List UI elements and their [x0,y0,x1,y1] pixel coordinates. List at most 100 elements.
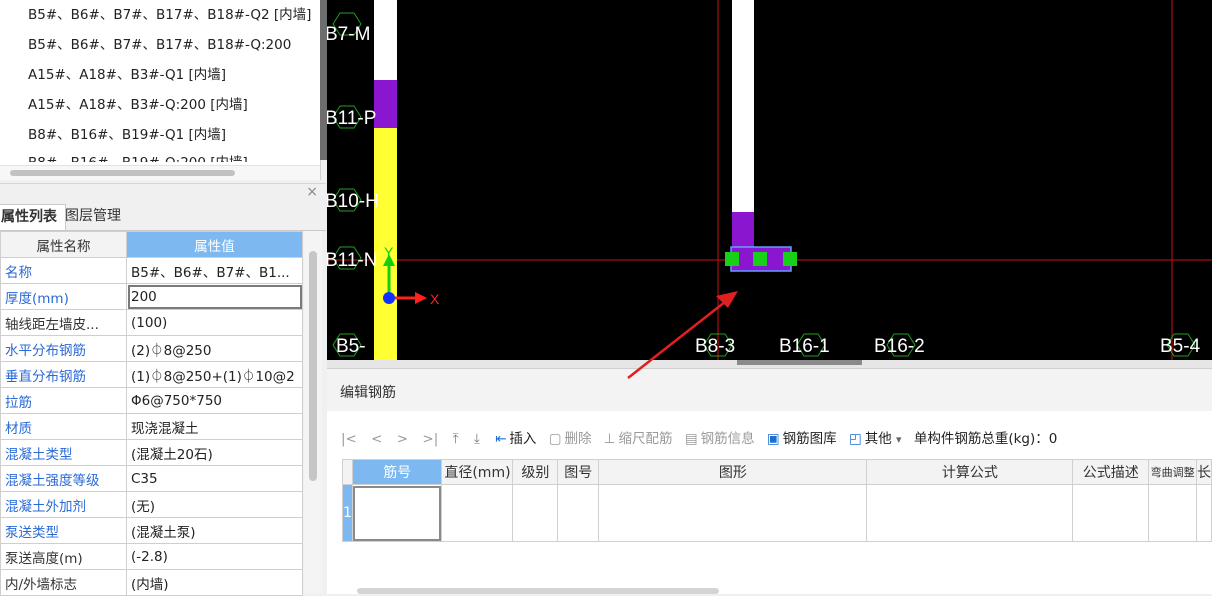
property-row[interactable]: 垂直分布钢筋 (1)⏀8@250+(1)⏀10@2 [0,361,303,388]
wall-segment[interactable] [732,0,754,212]
property-row[interactable]: 混凝土外加剂 (无) [0,491,303,518]
column-header[interactable]: 公式描述 [1072,459,1150,485]
move-up-icon: ⤒ [452,431,459,447]
component-tree: B5#、B6#、B7#、B17#、B18#-Q2 [内墙] B5#、B6#、B7… [0,0,321,180]
property-row[interactable]: 名称 B5#、B6#、B7#、B1... [0,257,303,284]
property-name-header: 属性名称 [0,231,127,258]
property-value[interactable]: (无) [126,491,303,518]
property-row[interactable]: 内/外墙标志 (内墙) [0,569,303,596]
column-header[interactable]: 长 [1195,459,1212,485]
property-value[interactable]: (-2.8) [126,543,303,570]
property-row[interactable]: 轴线距左墙皮... (100) [0,309,303,336]
previous-record-button[interactable]: < [371,425,382,453]
scrollbar-thumb[interactable] [309,251,317,481]
property-panel-tabs: 属性列表 图层管理 [0,202,326,231]
property-value[interactable]: 200 [126,283,303,310]
axis-label: B8-3 [695,336,735,357]
table-cell[interactable] [557,484,600,542]
column-header[interactable]: 图形 [598,459,868,485]
property-name: 混凝土强度等级 [0,465,127,492]
property-value-header: 属性值 [126,231,303,258]
property-row[interactable]: 混凝土类型 (混凝土20石) [0,439,303,466]
table-cell[interactable] [866,484,1074,542]
rebar-horizontal-scrollbar[interactable] [357,588,719,594]
table-cell[interactable] [1148,484,1197,542]
axis-label: B11-N [327,250,377,271]
axis-label: B10-H [327,191,379,212]
grip-point[interactable] [783,252,797,266]
column-header[interactable]: 级别 [512,459,559,485]
x-axis-arrow [415,292,427,304]
tree-item[interactable]: A15#、A18#、B3#-Q:200 [内墙] [28,94,248,116]
property-value[interactable]: (1)⏀8@250+(1)⏀10@2 [126,361,303,388]
property-name: 水平分布钢筋 [0,335,127,362]
property-value[interactable]: B5#、B6#、B7#、B1... [126,257,303,284]
property-value[interactable]: Φ6@750*750 [126,387,303,414]
drawing-canvas[interactable]: Y X B7-M B11-P B10-H B11-N B5- B8-3 B16-… [327,0,1212,360]
property-value[interactable]: (内墙) [126,569,303,596]
column-header[interactable]: 图号 [557,459,600,485]
property-row[interactable]: 厚度(mm) 200 [0,283,303,310]
rebar-info-button[interactable]: ▤ 钢筋信息 [685,425,755,453]
other-menu-button[interactable]: ◰ 其他 ▾ [849,425,902,454]
column-header[interactable]: 弯曲调整 [1148,459,1197,485]
property-value[interactable]: (混凝土泵) [126,517,303,544]
tree-item[interactable]: B5#、B6#、B7#、B17#、B18#-Q2 [内墙] [28,4,311,26]
property-row[interactable]: 混凝土强度等级 C35 [0,465,303,492]
last-record-button[interactable]: >| [422,425,438,453]
close-icon[interactable]: × [306,184,318,200]
property-name: 内/外墙标志 [0,569,127,596]
column-header[interactable]: 计算公式 [866,459,1074,485]
row-number[interactable]: 1 [342,484,353,542]
property-value[interactable]: (2)⏀8@250 [126,335,303,362]
tree-horizontal-scrollbar[interactable] [0,165,320,180]
canvas-drawing[interactable]: Y X B7-M B11-P B10-H B11-N B5- B8-3 B16-… [327,0,1212,360]
property-value[interactable]: C35 [126,465,303,492]
property-row[interactable]: 泵送类型 (混凝土泵) [0,517,303,544]
table-cell[interactable] [351,484,443,542]
property-row[interactable]: 水平分布钢筋 (2)⏀8@250 [0,335,303,362]
axis-label: B16-2 [874,336,925,357]
tree-item[interactable]: B8#、B16#、B19#-Q1 [内墙] [28,124,226,146]
property-name: 材质 [0,413,127,440]
rebar-library-button[interactable]: ▣ 钢筋图库 [767,425,837,453]
y-axis-label: Y [384,244,394,260]
scrollbar-thumb[interactable] [10,170,235,176]
splitter-grip[interactable] [737,360,862,365]
property-name: 拉筋 [0,387,127,414]
wall-segment[interactable] [374,0,397,80]
tree-item[interactable]: B5#、B6#、B7#、B17#、B18#-Q:200 [28,34,291,56]
property-row[interactable]: 拉筋 Φ6@750*750 [0,387,303,414]
table-cell[interactable] [598,484,868,542]
scale-rebar-button[interactable]: ⊥ 缩尺配筋 [604,425,673,453]
table-cell[interactable] [441,484,514,542]
delete-button[interactable]: ▢ 删除 [549,425,592,453]
property-value[interactable]: 现浇混凝土 [126,413,303,440]
next-record-button[interactable]: > [397,425,408,453]
table-cell[interactable] [1195,484,1212,542]
property-value[interactable]: (混凝土20石) [126,439,303,466]
panel-divider[interactable] [320,0,327,160]
move-down-button[interactable]: ⤓ [474,425,483,453]
grip-point[interactable] [753,252,767,266]
table-cell[interactable] [1072,484,1150,542]
axis-label: B5-4 [1160,336,1201,357]
grip-point[interactable] [725,252,739,266]
table-cell[interactable] [512,484,559,542]
canvas-splitter[interactable] [327,360,1212,368]
table-row[interactable]: 1 [342,484,1212,542]
column-header[interactable]: 直径(mm) [441,459,514,485]
first-record-button[interactable]: |< [341,425,357,453]
insert-button[interactable]: ⇤ 插入 [495,425,536,453]
wall-segment[interactable] [374,80,397,128]
property-row[interactable]: 泵送高度(m) (-2.8) [0,543,303,570]
move-up-button[interactable]: ⤒ [453,425,462,453]
property-table: 属性名称 属性值 名称 B5#、B6#、B7#、B1... 厚度(mm) 200 轴线距… [0,231,303,596]
tab-layer-management[interactable]: 图层管理 [57,204,129,229]
property-value[interactable]: (100) [126,309,303,336]
tree-item[interactable]: A15#、A18#、B3#-Q1 [内墙] [28,64,226,86]
property-row[interactable]: 材质 现浇混凝土 [0,413,303,440]
property-vertical-scrollbar[interactable] [304,231,322,593]
axis-label: B11-P [327,108,376,129]
column-header[interactable]: 筋号 [351,459,443,485]
